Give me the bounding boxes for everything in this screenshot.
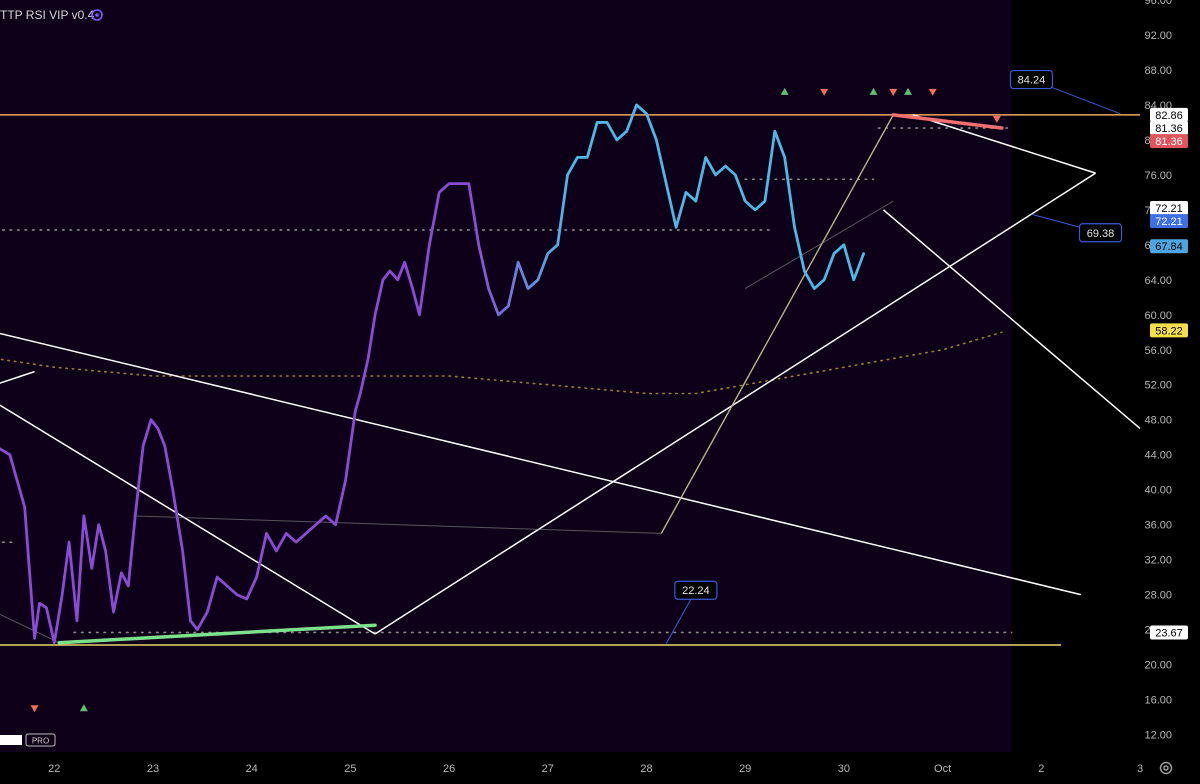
price-tag-label-0: 82.86 bbox=[1155, 110, 1183, 122]
y-tick-label: 92.00 bbox=[1144, 30, 1172, 42]
callout-label-2: 22.24 bbox=[682, 585, 710, 597]
x-tick-label: 27 bbox=[542, 763, 554, 775]
y-tick-label: 40.00 bbox=[1144, 485, 1172, 497]
tradingview-logo: PRO bbox=[0, 733, 56, 747]
y-tick-label: 76.00 bbox=[1144, 170, 1172, 182]
y-tick-label: 56.00 bbox=[1144, 345, 1172, 357]
logo-pro-text: PRO bbox=[32, 737, 49, 746]
x-tick-label: 25 bbox=[344, 763, 356, 775]
y-tick-label: 36.00 bbox=[1144, 520, 1172, 532]
x-tick-label: 30 bbox=[838, 763, 850, 775]
y-tick-label: 48.00 bbox=[1144, 415, 1172, 427]
y-tick-label: 44.00 bbox=[1144, 450, 1172, 462]
y-tick-label: 12.00 bbox=[1144, 730, 1172, 742]
x-tick-label: 28 bbox=[640, 763, 652, 775]
x-tick-label: 23 bbox=[147, 763, 159, 775]
y-tick-label: 20.00 bbox=[1144, 660, 1172, 672]
x-tick-label: Oct bbox=[934, 763, 951, 775]
x-tick-label: 22 bbox=[48, 763, 60, 775]
callout-label-0: 84.24 bbox=[1018, 75, 1046, 87]
y-tick-label: 16.00 bbox=[1144, 695, 1172, 707]
rsi-chart[interactable]: 84.2469.3822.2496.0092.0088.0084.0080.00… bbox=[0, 0, 1200, 784]
price-tag-label-5: 67.84 bbox=[1155, 241, 1183, 253]
settings-icon[interactable] bbox=[90, 8, 104, 22]
price-tag-label-7: 23.67 bbox=[1155, 627, 1183, 639]
indicator-title[interactable]: TTP RSI VIP v0.4 bbox=[0, 8, 94, 22]
y-tick-label: 28.00 bbox=[1144, 590, 1172, 602]
y-tick-label: 60.00 bbox=[1144, 310, 1172, 322]
price-tag-label-6: 58.22 bbox=[1155, 325, 1183, 337]
y-tick-label: 96.00 bbox=[1144, 0, 1172, 7]
x-tick-label: 3 bbox=[1137, 763, 1143, 775]
x-tick-label: 26 bbox=[443, 763, 455, 775]
gear-icon[interactable] bbox=[1158, 760, 1174, 776]
price-tag-label-2: 81.36 bbox=[1155, 136, 1183, 148]
price-tag-label-3: 72.21 bbox=[1155, 203, 1183, 215]
x-tick-label: 2 bbox=[1038, 763, 1044, 775]
x-tick-label: 29 bbox=[739, 763, 751, 775]
y-tick-label: 64.00 bbox=[1144, 275, 1172, 287]
price-tag-label-4: 72.21 bbox=[1155, 216, 1183, 228]
price-tag-label-1: 81.36 bbox=[1155, 123, 1183, 135]
y-tick-label: 88.00 bbox=[1144, 65, 1172, 77]
callout-label-1: 69.38 bbox=[1087, 228, 1115, 240]
x-tick-label: 24 bbox=[246, 763, 258, 775]
y-tick-label: 52.00 bbox=[1144, 380, 1172, 392]
y-tick-label: 32.00 bbox=[1144, 555, 1172, 567]
